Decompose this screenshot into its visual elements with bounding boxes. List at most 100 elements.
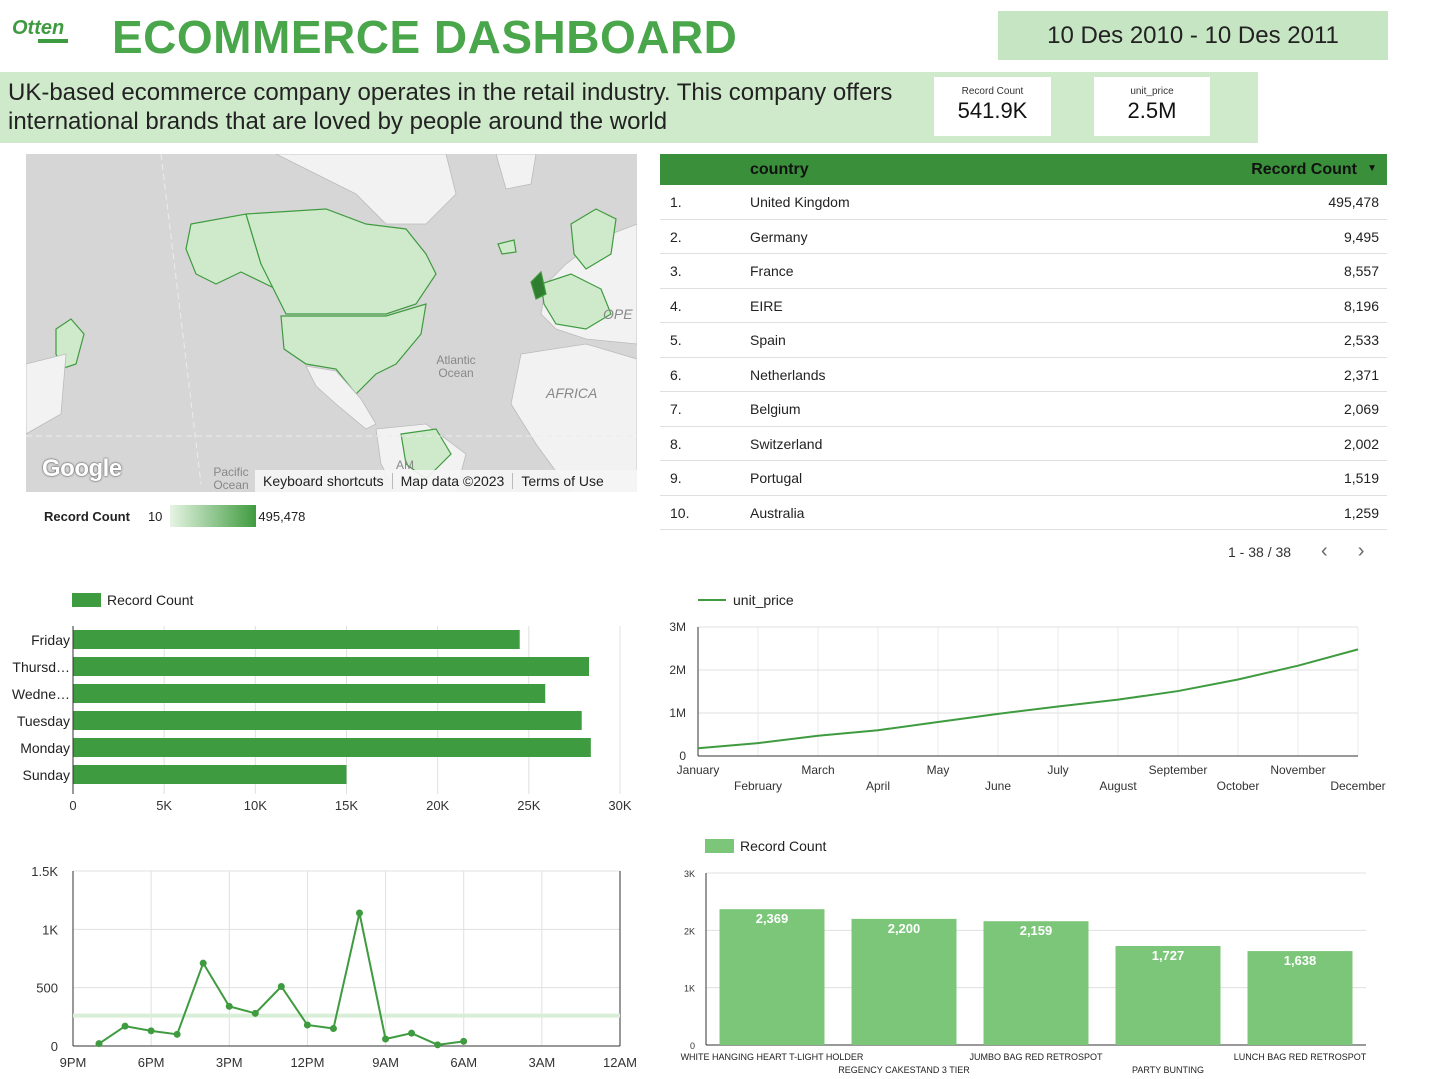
table-row[interactable]: 4. EIRE 8,196 (660, 289, 1387, 323)
table-row[interactable]: 9. Portugal 1,519 (660, 461, 1387, 496)
x-tick-label: December (1330, 779, 1385, 793)
table-row[interactable]: 3. France 8,557 (660, 254, 1387, 289)
data-label: 2,159 (1020, 923, 1053, 938)
map-legend-title: Record Count (44, 508, 130, 524)
x-tick-label: January (677, 763, 720, 777)
bar (719, 909, 825, 1045)
data-point (355, 909, 363, 917)
row-record-count: 1,259 (1343, 504, 1379, 521)
legend-swatch (72, 593, 101, 607)
data-point (382, 1035, 390, 1043)
data-point (434, 1041, 442, 1049)
y-tick-label: 0 (679, 749, 686, 763)
y-tick-label: 1.5K (31, 864, 58, 879)
row-number: 10. (670, 504, 690, 521)
bar (851, 918, 957, 1045)
x-tick-label: June (985, 779, 1011, 793)
bar (73, 711, 582, 730)
otten-logo: Otten (12, 17, 68, 43)
scorecard-value: 541.9K (957, 98, 1028, 123)
x-tick-label: July (1047, 763, 1068, 777)
company-description: UK-based ecommerce company operates in t… (8, 79, 893, 135)
legend-label: unit_price (733, 592, 794, 608)
x-tick-label: 3PM (216, 1055, 243, 1070)
scorecard-label: unit_price (1130, 86, 1174, 97)
next-page-icon[interactable]: › (1358, 540, 1365, 563)
data-point (147, 1027, 155, 1035)
row-number: 4. (670, 297, 682, 314)
world-map[interactable]: Atlantic Ocean AFRICA OPE Pacific Ocean AM (26, 154, 637, 492)
table-row[interactable]: 10. Australia 1,259 (660, 496, 1387, 530)
x-tick-label: 15K (335, 798, 358, 813)
keyboard-shortcuts-link[interactable]: Keyboard shortcuts (255, 473, 393, 489)
table-row[interactable]: 7. Belgium 2,069 (660, 392, 1387, 427)
map-legend-max: 495,478 (258, 508, 306, 524)
row-number: 1. (670, 194, 682, 210)
col-header-country[interactable]: country (750, 161, 809, 179)
x-tick-label: 25K (517, 798, 540, 813)
x-tick-label: JUMBO BAG RED RETROSPOT (969, 1052, 1103, 1062)
x-tick-label: LUNCH BAG RED RETROSPOT (1234, 1052, 1367, 1062)
table-body: 1. United Kingdom 495,478 2. Germany 9,495 3. F… (660, 185, 1387, 530)
row-record-count: 2,002 (1343, 435, 1379, 452)
map-label-africa: AFRICA (546, 385, 598, 401)
data-label: 2,200 (888, 921, 921, 936)
date-range-control[interactable]: 10 Des 2010 - 10 Des 2011 (998, 11, 1388, 60)
row-record-count: 9,495 (1343, 228, 1379, 245)
bar (983, 921, 1089, 1045)
table-row[interactable]: 1. United Kingdom 495,478 (660, 185, 1387, 220)
x-tick-label: 20K (426, 798, 449, 813)
data-point (95, 1040, 103, 1048)
x-tick-label: 0 (69, 798, 76, 813)
table-row[interactable]: 2. Germany 9,495 (660, 220, 1387, 254)
col-header-record-count[interactable]: Record Count (1251, 161, 1357, 179)
scorecard-record-count: Record Count 541.9K (934, 77, 1051, 136)
bar (73, 630, 520, 649)
row-country: France (750, 263, 794, 279)
terms-of-use-link[interactable]: Terms of Use (513, 473, 611, 489)
row-country: Switzerland (750, 435, 823, 452)
series-line (697, 648, 1359, 750)
row-country: Portugal (750, 470, 803, 486)
category-label: Wedne… (12, 686, 70, 702)
table-row[interactable]: 8. Switzerland 2,002 (660, 427, 1387, 461)
category-label: Thursd… (12, 659, 70, 675)
x-tick-label: August (1099, 779, 1137, 793)
x-tick-label: 6PM (138, 1055, 165, 1070)
row-record-count: 2,371 (1343, 366, 1379, 383)
data-point (121, 1022, 129, 1030)
row-country: Belgium (750, 401, 801, 417)
row-record-count: 2,069 (1343, 401, 1379, 417)
prev-page-icon[interactable]: ‹ (1321, 540, 1328, 563)
country-table: country Record Count ▼ 1. United Kingdom 4… (660, 154, 1387, 530)
x-tick-label: November (1270, 763, 1325, 777)
map-legend-min: 10 (147, 508, 163, 524)
row-number: 8. (670, 435, 682, 452)
map-legend: Record Count 10 495,478 (44, 505, 305, 527)
series-line (98, 912, 464, 1046)
y-tick-label: 3M (669, 620, 686, 634)
category-label: Tuesday (17, 713, 70, 729)
scorecard-unit-price: unit_price 2.5M (1094, 77, 1210, 136)
pager-range: 1 - 38 / 38 (1228, 543, 1292, 560)
map-label-europe: OPE (603, 306, 633, 322)
y-tick-label: 0 (690, 1041, 695, 1051)
table-row[interactable]: 6. Netherlands 2,371 (660, 358, 1387, 392)
y-tick-label: 2M (669, 663, 686, 677)
bar (73, 765, 347, 784)
scorecard-value: 2.5M (1127, 98, 1177, 123)
scorecard-label: Record Count (961, 86, 1024, 97)
sort-desc-icon[interactable]: ▼ (1367, 163, 1377, 174)
legend-label: Record Count (107, 592, 193, 608)
row-number: 3. (670, 263, 682, 279)
y-tick-label: 3K (684, 869, 695, 879)
row-number: 6. (670, 366, 682, 383)
x-tick-label: 12AM (603, 1055, 637, 1070)
row-number: 5. (670, 332, 682, 348)
table-row[interactable]: 5. Spain 2,533 (660, 323, 1387, 358)
row-record-count: 8,196 (1343, 297, 1379, 314)
bar (73, 738, 591, 757)
x-tick-label: 5K (156, 798, 172, 813)
data-point (173, 1030, 181, 1038)
row-country: United Kingdom (750, 194, 850, 210)
